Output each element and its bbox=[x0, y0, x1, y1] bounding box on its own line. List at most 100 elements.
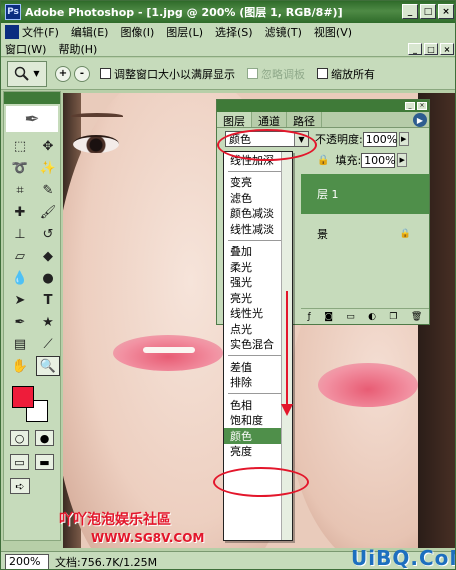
panel-menu-icon[interactable]: ▶ bbox=[413, 113, 427, 127]
adobe-feather-logo[interactable]: ✒ bbox=[6, 106, 58, 132]
minimize-button[interactable]: _ bbox=[402, 4, 418, 19]
crop-icon[interactable]: ⌗ bbox=[8, 180, 32, 200]
menu-window[interactable]: 窗口(W) bbox=[5, 41, 46, 57]
move-icon[interactable]: ✥ bbox=[36, 136, 60, 156]
opacity-field[interactable]: 100% bbox=[362, 131, 397, 147]
zoom-tool-icon bbox=[15, 66, 30, 81]
annotation-ellipse-blend-select bbox=[217, 129, 317, 161]
menu-layer[interactable]: 图层(L) bbox=[166, 24, 203, 40]
photo-eye bbox=[73, 135, 119, 153]
list-separator bbox=[228, 239, 288, 241]
toolbox-header[interactable] bbox=[4, 92, 60, 104]
healing-brush-icon[interactable]: ✚ bbox=[8, 202, 32, 222]
new-layer-icon[interactable]: ❐ bbox=[389, 312, 397, 322]
dodge-icon[interactable]: ● bbox=[36, 268, 60, 288]
panel-close-button[interactable]: × bbox=[417, 102, 427, 110]
marquee-icon[interactable]: ⬚ bbox=[8, 136, 32, 156]
annotation-arrow-line bbox=[286, 291, 288, 406]
notes-icon[interactable]: ▤ bbox=[8, 334, 32, 354]
doc-restore-button[interactable]: □ bbox=[424, 43, 438, 55]
standard-mode-button[interactable]: ○ bbox=[10, 430, 29, 446]
toolbox: ✒ ⬚ ✥ ➰ ✨ ⌗ ✎ ✚ 🖌 ⊥ ↺ ▱ ◆ 💧 ● ➤ T ✒ ★ ▤ … bbox=[3, 91, 61, 541]
menu-select[interactable]: 选择(S) bbox=[215, 24, 253, 40]
eraser-icon[interactable]: ▱ bbox=[8, 246, 32, 266]
brand-watermark: UiBQ.CoM bbox=[351, 546, 455, 570]
window-title: Adobe Photoshop - [1.jpg @ 200% (图层 1, R… bbox=[25, 6, 343, 19]
panel-minimize-button[interactable]: _ bbox=[405, 102, 415, 110]
lasso-icon[interactable]: ➰ bbox=[8, 158, 32, 178]
lock-icon[interactable]: 🔒 bbox=[317, 155, 329, 166]
tab-paths[interactable]: 路径 bbox=[287, 112, 322, 128]
tab-layers[interactable]: 图层 bbox=[217, 112, 252, 128]
delete-layer-icon[interactable]: 🗑 bbox=[411, 312, 422, 322]
blur-icon[interactable]: 💧 bbox=[8, 268, 32, 288]
layer-mask-icon[interactable]: ◙ bbox=[324, 312, 333, 322]
opacity-slider-arrow[interactable]: ▶ bbox=[398, 132, 409, 146]
fill-field[interactable]: 100% bbox=[361, 152, 396, 168]
eyedropper-icon[interactable]: ⟋ bbox=[36, 334, 60, 354]
menu-edit[interactable]: 编辑(E) bbox=[71, 24, 109, 40]
new-group-icon[interactable]: ▭ bbox=[346, 312, 355, 322]
history-brush-icon[interactable]: ↺ bbox=[36, 224, 60, 244]
background-layer-name: 景 bbox=[317, 228, 328, 241]
list-separator bbox=[228, 393, 288, 394]
layers-panel-footer: ƒ ◙ ▭ ◐ ❐ 🗑 bbox=[301, 308, 429, 324]
menu-file[interactable]: 文件(F) bbox=[22, 24, 59, 40]
close-button[interactable]: × bbox=[438, 4, 454, 19]
photo-lips-left bbox=[113, 335, 223, 371]
document-icon[interactable] bbox=[5, 25, 19, 39]
menu-view[interactable]: 视图(V) bbox=[314, 24, 352, 40]
fill-slider-arrow[interactable]: ▶ bbox=[397, 153, 408, 167]
type-icon[interactable]: T bbox=[36, 290, 60, 310]
adjustment-layer-icon[interactable]: ◐ bbox=[368, 312, 376, 322]
slice-icon[interactable]: ✎ bbox=[36, 180, 60, 200]
clone-stamp-icon[interactable]: ⊥ bbox=[8, 224, 32, 244]
zoom-level-field[interactable]: 200% bbox=[5, 553, 49, 569]
menu-help[interactable]: 帮助(H) bbox=[58, 41, 97, 57]
foreground-color-swatch[interactable] bbox=[12, 386, 34, 408]
paint-bucket-icon[interactable]: ◆ bbox=[36, 246, 60, 266]
maximize-button[interactable]: □ bbox=[420, 4, 436, 19]
forum-watermark: 吖吖泡泡娱乐社區 bbox=[59, 512, 171, 528]
doc-minimize-button[interactable]: _ bbox=[408, 43, 422, 55]
hand-icon[interactable]: ✋ bbox=[8, 356, 32, 376]
resize-windows-label: 调整窗口大小以满屏显示 bbox=[114, 67, 235, 81]
brush-icon[interactable]: 🖌 bbox=[36, 202, 60, 222]
photoshop-app-icon[interactable]: Ps bbox=[5, 4, 21, 20]
layer-row-layer1[interactable]: 层 1 bbox=[301, 174, 429, 214]
quick-mask-button[interactable]: ● bbox=[35, 430, 54, 446]
tool-preset-picker[interactable]: ▼ bbox=[7, 60, 47, 87]
zoom-out-button[interactable]: - bbox=[74, 65, 90, 82]
resize-windows-checkbox[interactable] bbox=[100, 68, 111, 79]
title-bar: Ps Adobe Photoshop - [1.jpg @ 200% (图层 1… bbox=[1, 1, 455, 23]
ignore-palettes-checkbox[interactable] bbox=[247, 68, 258, 79]
zoom-icon[interactable]: 🔍 bbox=[36, 356, 60, 376]
doc-close-button[interactable]: × bbox=[440, 43, 454, 55]
layer-name: 层 1 bbox=[317, 188, 339, 201]
menu-image[interactable]: 图像(I) bbox=[120, 24, 154, 40]
zoom-all-checkbox[interactable] bbox=[317, 68, 328, 79]
color-swatches bbox=[4, 382, 60, 426]
magic-wand-icon[interactable]: ✨ bbox=[36, 158, 60, 178]
tab-channels[interactable]: 通道 bbox=[252, 112, 287, 128]
url-watermark: WWW.SG8V.COM bbox=[91, 531, 205, 545]
layers-panel-header[interactable]: _ × bbox=[217, 100, 429, 112]
shape-icon[interactable]: ★ bbox=[36, 312, 60, 332]
annotation-arrow-head bbox=[281, 404, 293, 416]
menu-filter[interactable]: 滤镜(T) bbox=[265, 24, 302, 40]
screen-mode-full-button[interactable]: ▬ bbox=[35, 454, 54, 470]
photo-lips-right bbox=[318, 363, 418, 407]
path-select-icon[interactable]: ➤ bbox=[8, 290, 32, 310]
screen-mode-standard-button[interactable]: ▭ bbox=[10, 454, 29, 470]
options-bar: ▼ + - 调整窗口大小以满屏显示 忽略调板 缩放所有 bbox=[1, 58, 455, 90]
photo-teeth bbox=[143, 347, 195, 353]
layer-row-background[interactable]: 景 🔒 bbox=[301, 214, 429, 254]
pen-icon[interactable]: ✒ bbox=[8, 312, 32, 332]
fill-label: 填充: bbox=[335, 154, 362, 167]
zoom-in-button[interactable]: + bbox=[55, 65, 71, 82]
document-size-info[interactable]: 文档:756.7K/1.25M bbox=[55, 554, 157, 570]
layer-style-icon[interactable]: ƒ bbox=[308, 312, 311, 322]
jump-to-imageready-button[interactable]: ➪ bbox=[10, 478, 30, 494]
opacity-label: 不透明度: bbox=[315, 133, 363, 146]
photo-eyebrow bbox=[71, 113, 123, 119]
